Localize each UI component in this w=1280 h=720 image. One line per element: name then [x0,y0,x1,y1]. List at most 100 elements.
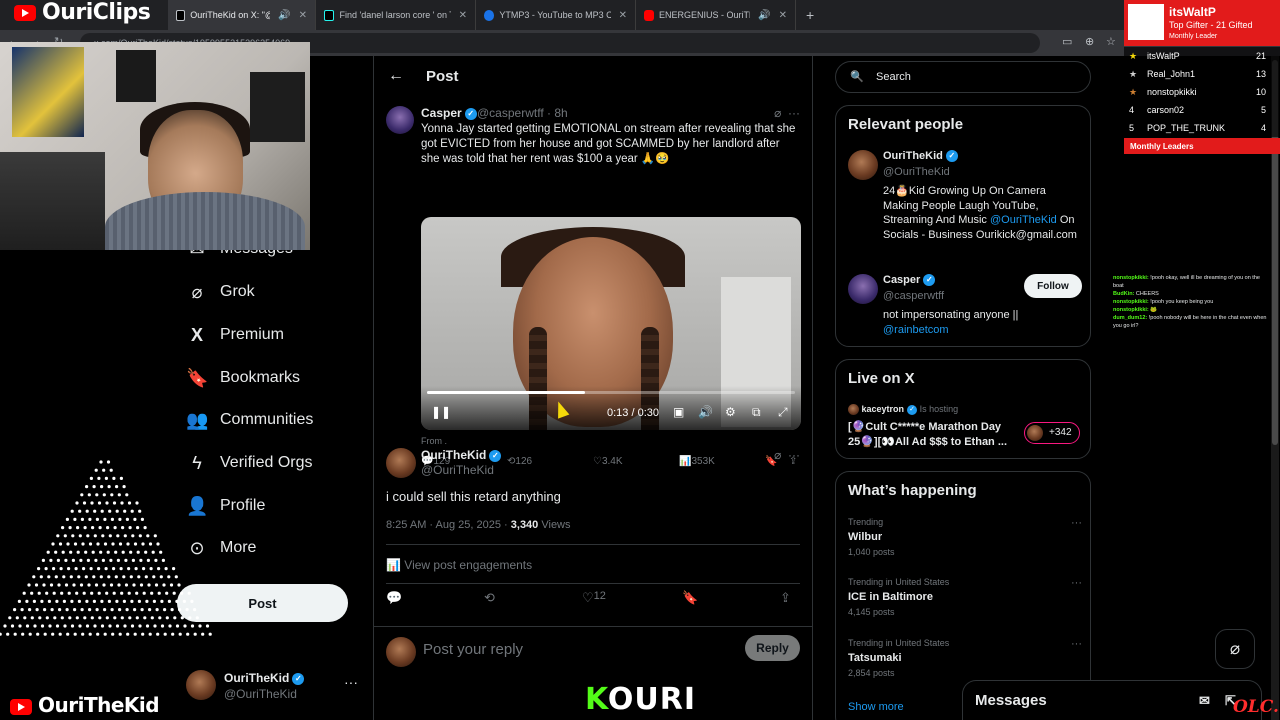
pattern-dot [121,526,125,530]
browser-tab-1[interactable]: Find 'danel larson core ' on Tik ✕ [316,0,476,30]
video-progress-bar[interactable] [427,391,795,394]
pattern-dot [110,608,114,612]
pattern-dot [83,526,87,530]
pattern-dot [113,616,117,620]
tab-close-icon[interactable]: ✕ [299,10,307,21]
nav-bookmarks[interactable]: 🔖 Bookmarks [186,363,300,393]
reply-input[interactable]: Post your reply [423,641,523,658]
pattern-dot [96,632,100,636]
pattern-dot [103,517,107,521]
settings-gear-icon[interactable]: ⚙ [725,405,736,419]
pattern-dot [158,616,162,620]
search-input[interactable]: 🔍 Search [835,61,1091,93]
nav-grok[interactable]: ⌀ Grok [186,277,255,307]
pattern-dot [190,624,195,628]
bookmark-icon[interactable]: 🔖 [682,590,698,606]
new-message-icon[interactable]: ✉ [1199,693,1210,709]
pattern-dot [54,550,58,554]
like-button[interactable]: ♡ 12 [582,590,606,606]
tab-close-icon[interactable]: ✕ [779,10,787,21]
more-dots-icon[interactable]: ··· [1071,638,1082,650]
post-header: ← Post [374,56,812,98]
browser-tab-0[interactable]: OuriTheKid on X: "@caspe 🔊 ✕ [168,0,316,30]
live-stream-item[interactable]: kaceytron ✓ Is hosting [🔮Cult C*****e Mar… [848,404,1082,452]
grok-more-icons[interactable]: ⌀ ··· [774,448,800,462]
pattern-dot [126,542,130,546]
new-tab-button[interactable]: + [806,7,814,23]
pattern-dot [193,608,197,612]
youtube-logo-icon [10,698,32,715]
bio-link[interactable]: @OuriTheKid [990,214,1057,226]
bookmark-icon: 🔖 [186,367,209,388]
nav-premium[interactable]: X Premium [186,320,284,350]
quoted-post[interactable]: Casper ✓ @casperwtff · 8h ⌀ ··· Yonna Jay… [374,98,812,467]
volume-icon[interactable]: 🔊 [698,405,713,419]
pattern-dot [178,608,182,612]
pattern-dot [58,542,63,546]
pattern-dot [109,583,114,587]
gift-icon [1128,4,1164,40]
pip-icon[interactable]: ⧉ [752,405,761,420]
pattern-dot [188,616,192,620]
pattern-dot [42,583,46,587]
bio-link[interactable]: @rainbetcom [883,324,949,336]
pattern-dot [13,632,17,636]
pattern-dot [58,632,62,636]
cast-icon[interactable]: ▭ [1062,35,1072,48]
pattern-dot [81,542,85,546]
follow-button[interactable]: Follow [1024,274,1082,298]
pause-icon[interactable]: ❚❚ [431,405,451,419]
pattern-dot [105,616,109,620]
view-engagements-link[interactable]: 📊 View post engagements [386,558,532,572]
messages-drawer[interactable]: Messages ✉ ⇱ [962,680,1262,720]
account-switcher[interactable]: OuriTheKid ✓ @OuriTheKid ··· [186,668,366,704]
pattern-dot [63,624,67,628]
speaker-icon: 🔊 [758,9,771,21]
tab-close-icon[interactable]: ✕ [619,10,627,21]
pattern-dot [124,558,128,562]
like-count[interactable]: ♡ 3.4K [593,456,623,467]
pattern-dot [68,526,72,530]
pattern-dot [150,616,154,620]
pattern-dot [49,583,54,587]
repost-icon[interactable]: ⟲ [484,590,495,606]
more-dots-icon[interactable]: ··· [1071,517,1082,529]
share-icon[interactable]: ⇪ [780,590,791,606]
show-more-link[interactable]: Show more [848,701,904,713]
zoom-icon[interactable]: ⊕ [1085,35,1094,48]
back-arrow-icon[interactable]: ← [388,67,404,85]
live-viewers-badge: +342 [1024,422,1080,444]
nav-communities[interactable]: 👥 Communities [186,405,313,435]
pattern-dot [20,608,24,612]
avatar [386,448,416,478]
pattern-dot [117,583,121,587]
pattern-dot [120,591,124,595]
reply-button[interactable]: Reply [745,635,800,661]
repost-count[interactable]: ⟲ 126 [507,456,532,467]
pattern-dot [15,616,19,620]
pattern-dot [40,599,44,603]
pattern-dot [163,608,167,612]
fullscreen-icon[interactable]: ⤢ [778,405,788,420]
more-dots-icon[interactable]: ··· [344,674,358,690]
browser-tab-2[interactable]: YTMP3 - YouTube to MP3 Conv ✕ [476,0,636,30]
pattern-dot [55,624,60,628]
video-player[interactable]: ❚❚ 0:13 / 0:30 ▣ 🔊 ⚙ ⧉ ⤢ [421,217,801,430]
webcam-overlay [0,42,310,250]
pattern-dot [112,476,116,480]
reply-icon[interactable]: 💬 [386,590,402,606]
pattern-dot [132,583,136,587]
pattern-dot [30,616,34,620]
tab-close-icon[interactable]: ✕ [459,10,467,21]
star-icon[interactable]: ☆ [1106,35,1116,48]
view-count[interactable]: 📊 353K [679,456,715,467]
more-dots-icon[interactable]: ··· [1071,577,1082,589]
pattern-dot [115,485,119,489]
pattern-dot [162,583,166,587]
grok-fab-icon[interactable]: ⌀ [1215,629,1255,669]
pattern-dot [98,526,102,530]
captions-icon[interactable]: ▣ [673,405,684,419]
browser-tab-3[interactable]: ENERGENIUS - OuriTheKid 🔊 ✕ [636,0,796,30]
grok-more-icons[interactable]: ⌀ ··· [774,106,800,120]
page-title: Post [426,68,459,85]
